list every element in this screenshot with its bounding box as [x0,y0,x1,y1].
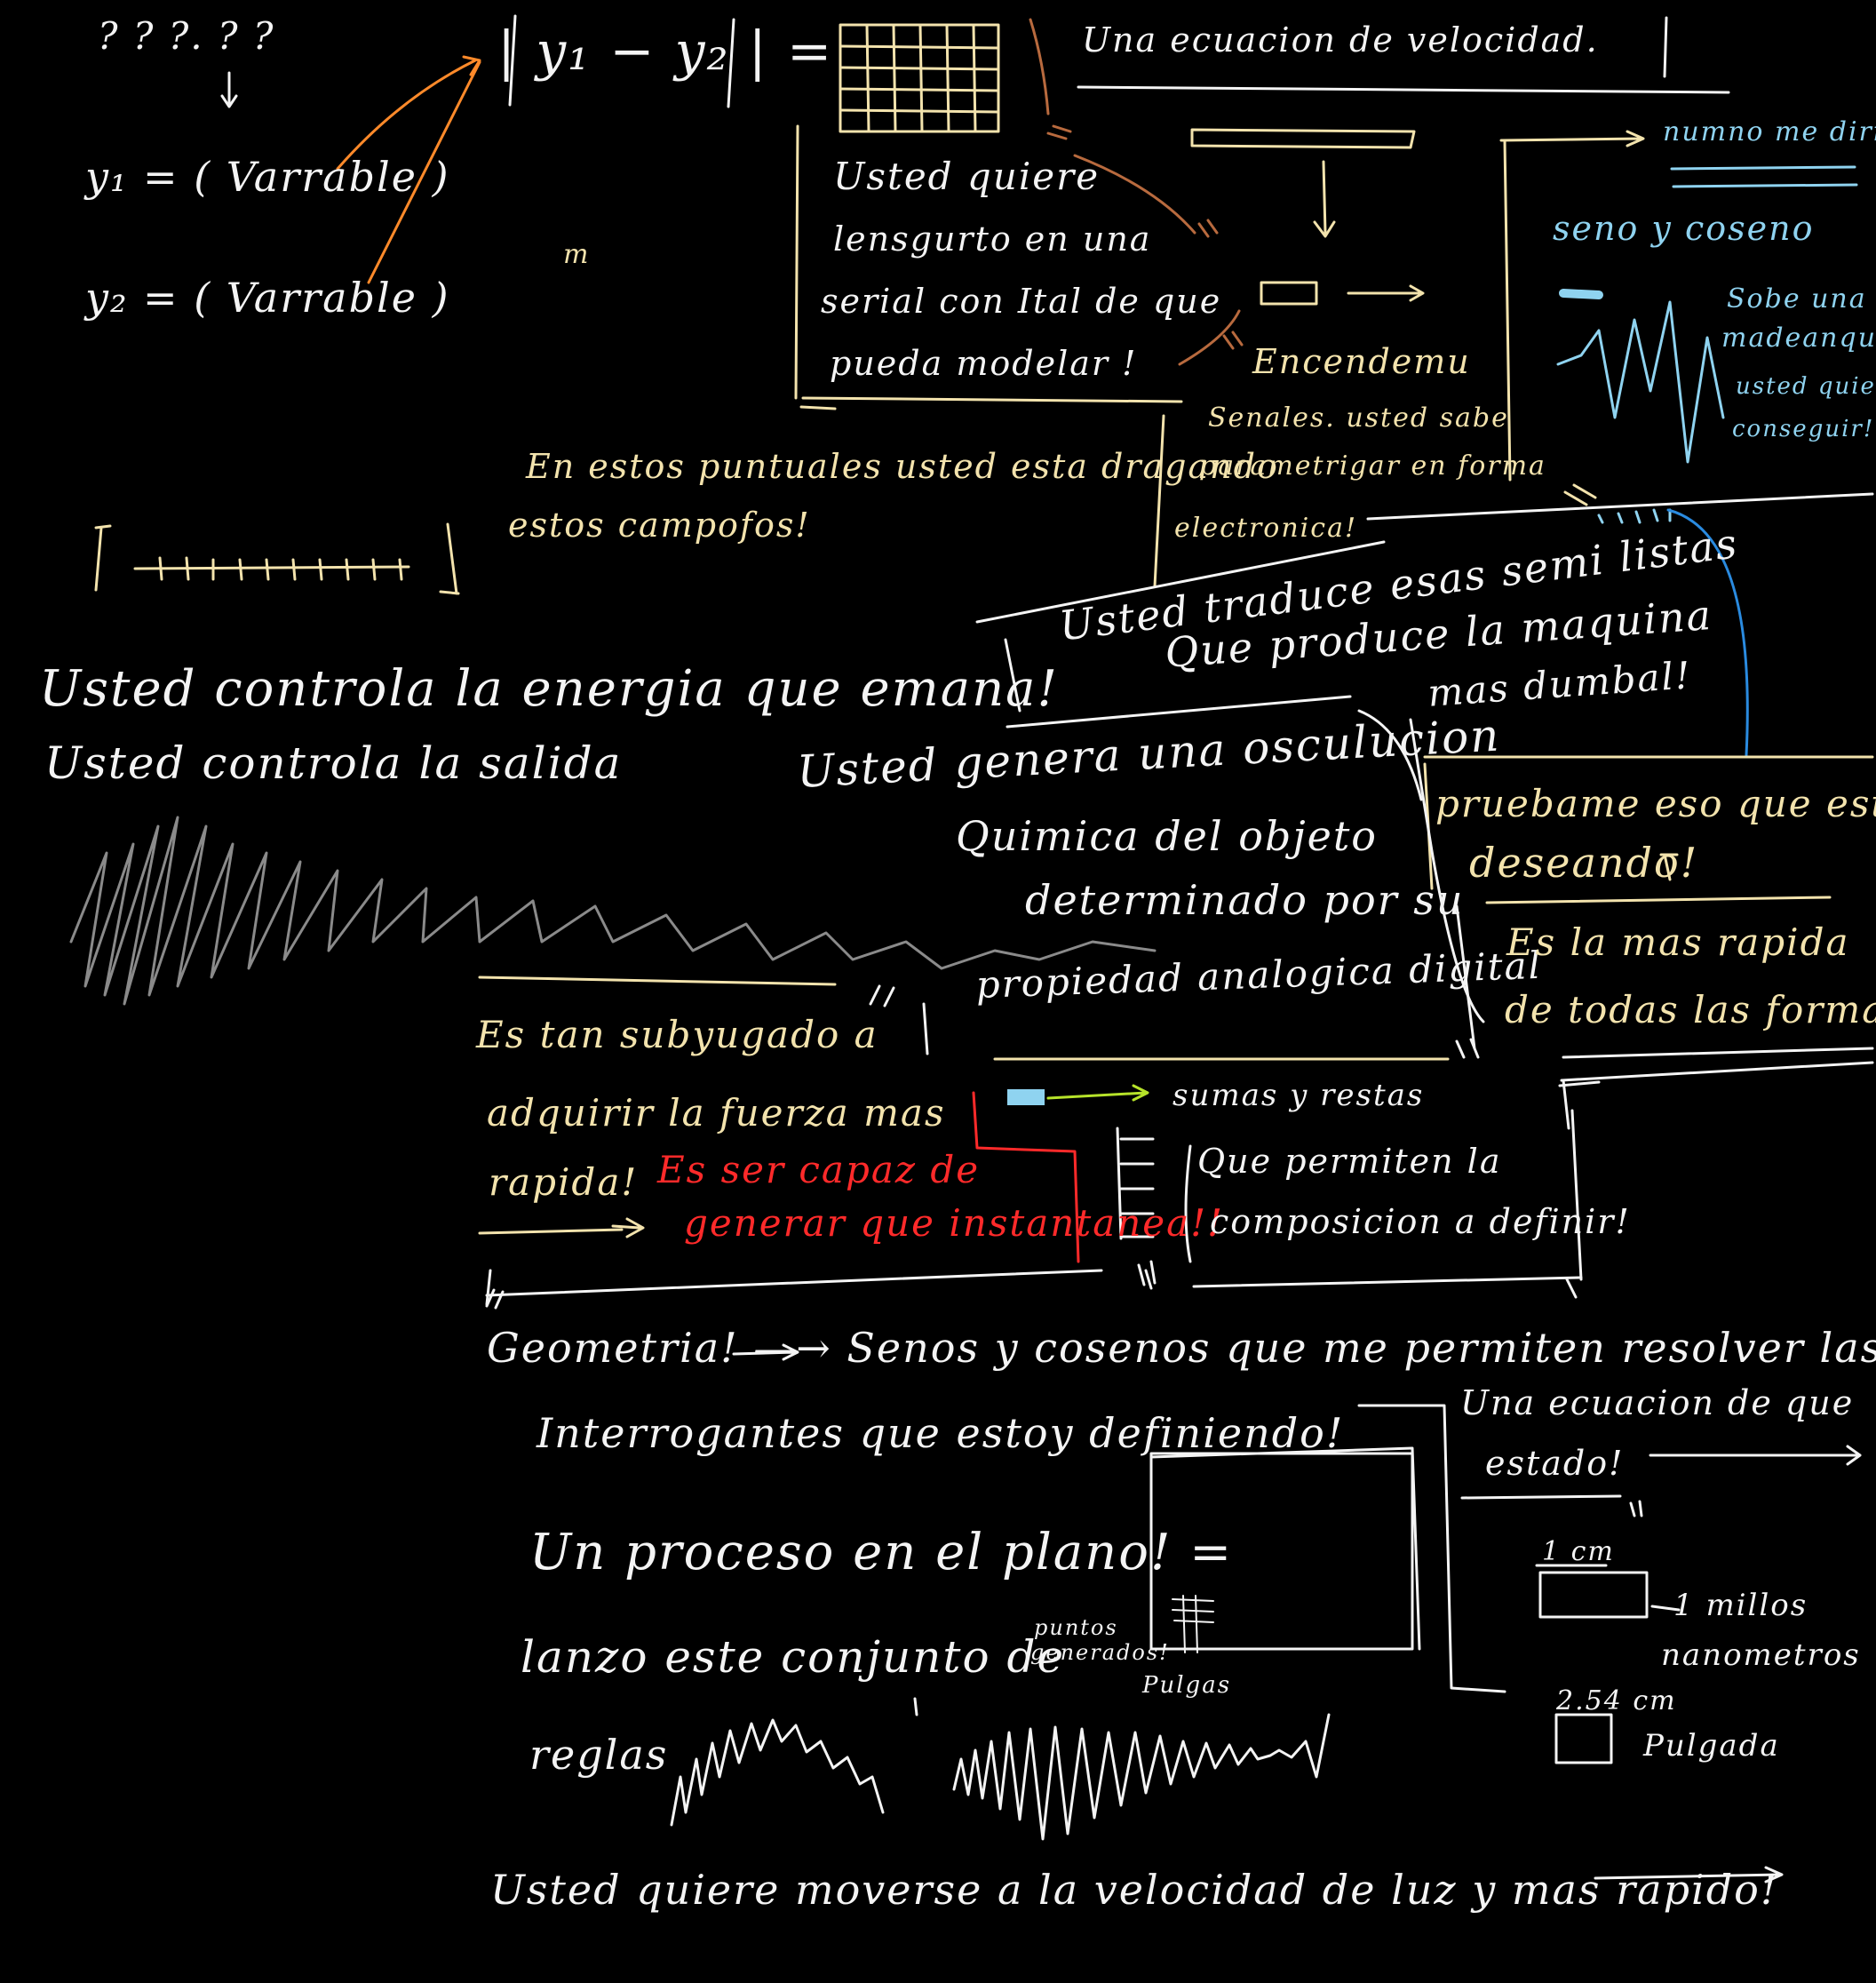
box-upper-line-1: Usted quiere [833,155,1101,198]
plane-note-line-2: generados! [1030,1640,1170,1665]
difference-equation: | y₁ − y₂ | = [497,20,834,83]
plane-note-line-1: puntos [1034,1615,1118,1640]
geometry-line-2: Interrogantes que estoy definiendo! [537,1409,1345,1457]
unit-cm: 1 cm [1542,1536,1615,1567]
box-upper-line-4: pueda modelar ! [830,344,1138,383]
box-upper-line-3: serial con Ital de que [821,282,1222,321]
signals-sketch [1190,128,1425,306]
state-equation-line-2: estado! [1485,1444,1625,1483]
question-marks: ? ? ?. ? ? [98,14,275,58]
oscillation-line-2: Quimica del objeto [956,812,1378,860]
plane-launch: lanzo este conjunto de [521,1631,1066,1683]
whiteboard-canvas: ? ? ?. ? ? y₁ = ( Varrable ) y₂ = ( Varr… [0,0,1876,1983]
blue-panel-note-4: conseguir! [1732,416,1875,442]
blue-panel-frame [1499,130,1645,506]
plane-pulgas: Pulgas [1142,1672,1232,1699]
bottom-statement: Usted quiere moverse a la velocidad de l… [490,1866,1779,1914]
red-note-line-2: generar que instantanea!! [684,1201,1224,1245]
unit-nanometers: nanometros [1661,1637,1861,1673]
plane-title: Un proceso en el plano! = [529,1524,1234,1581]
geometry-line-1: Geometria! —→ Senos y cosenos que me per… [487,1324,1876,1372]
blue-panel-note-2: madeanque [1721,323,1876,354]
blue-panel-note-3: usted quiere [1736,373,1876,400]
state-equation-line-1: Una ecuacion de que [1460,1383,1855,1422]
unit-millos: 1 millos [1673,1588,1808,1623]
subjugated-line-1: Es tan subyugado a [476,1013,878,1056]
grid-sketch [839,23,1000,133]
sums-text-line-2: composicion a definir! [1210,1202,1631,1241]
unit-inch-value: 2.54 cm [1556,1685,1677,1716]
fastest-line-1: Es la mas rapida [1506,920,1850,964]
bracket-sketch [94,522,460,595]
red-note-line-1: Es ser capaz de [657,1148,981,1191]
sums-label: sumas y restas [1172,1078,1425,1113]
signals-note-line-1: Senales. usted sabe [1208,402,1509,434]
box-upper-line-2: lensgurto en una [833,219,1152,259]
speed-equation-title: Una ecuacion de velocidad. [1082,20,1599,60]
subjugated-line-2: adquirir la fuerza mas [487,1091,946,1135]
unit-pulgada: Pulgada [1643,1728,1780,1764]
stray-mark: m [563,239,591,270]
blue-marker [1007,1089,1045,1105]
dragging-line-2: estos campofos! [508,506,811,545]
prove-line-2: deseando! [1469,839,1699,887]
down-arrow-small [220,71,238,108]
blue-panel-subtitle: seno y coseno [1553,209,1815,248]
y1-definition: y₁ = ( Varrable ) [85,153,450,201]
dragging-line-1: En estos puntuales usted esta dragando [526,447,1279,486]
green-arrow [1046,1084,1149,1102]
signals-note-line-3: electronica! [1174,513,1358,544]
signals-on-label: Encendemu [1252,342,1471,381]
oscillation-line-3: determinado por su [1025,876,1465,924]
blue-panel-note-1: Sobe una [1727,283,1867,315]
energy-line-2: Usted controla la salida [44,737,623,789]
subjugated-line-3: rapida! [489,1160,639,1204]
sums-text-line-1: Que permiten la [1197,1142,1502,1181]
wave-sketches [670,1697,1331,1841]
y2-definition: y₂ = ( Varrable ) [85,274,450,322]
prove-line-1: pruebame eso que estas [1435,782,1876,825]
energy-line-1: Usted controla la energia que emana! [39,660,1060,718]
blue-panel-title: numno me dirija! [1663,116,1876,147]
plane-reglas: reglas [529,1731,669,1779]
fastest-line-2: de todas las formas [1505,988,1876,1031]
